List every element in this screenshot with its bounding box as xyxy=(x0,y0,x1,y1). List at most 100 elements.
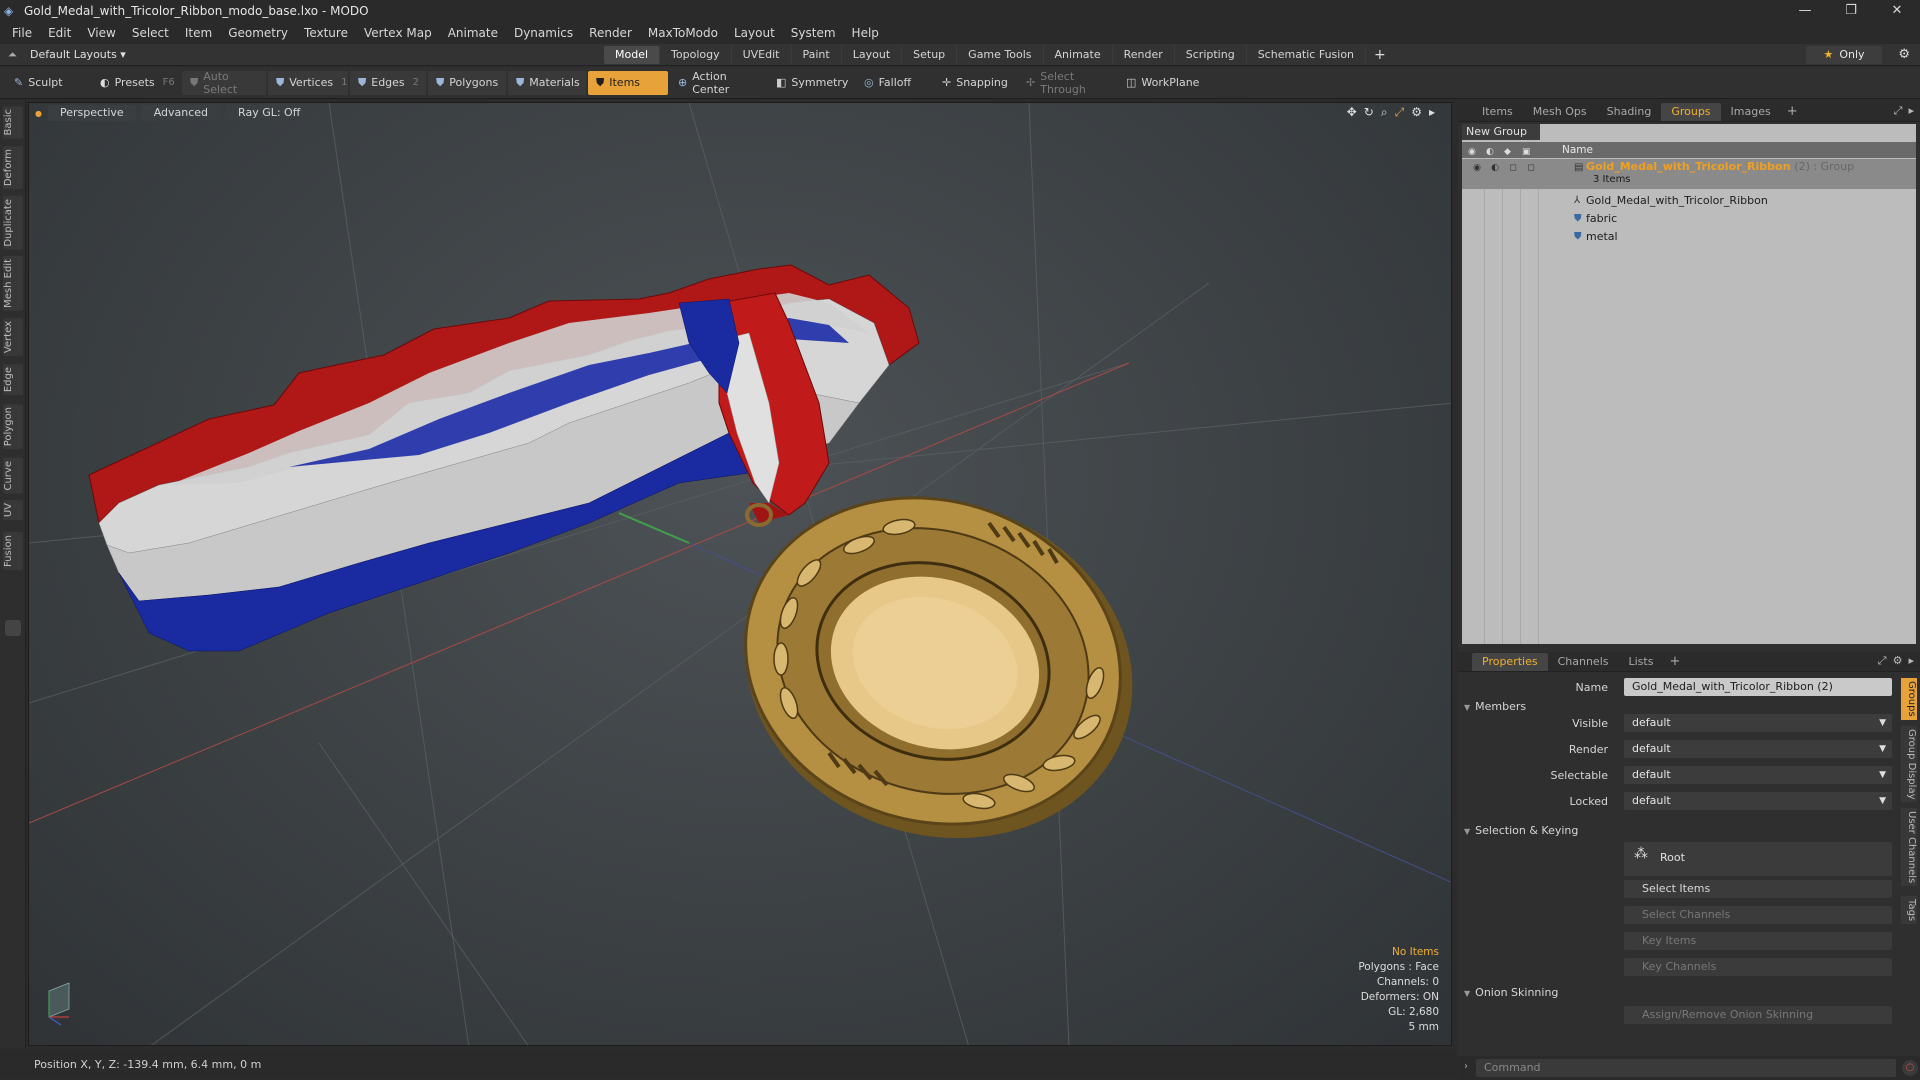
list-item[interactable]: ⛊ metal xyxy=(1462,228,1916,246)
new-group-button[interactable]: New Group xyxy=(1462,124,1540,140)
list-item[interactable]: ⛊ fabric xyxy=(1462,210,1916,228)
tab-groups[interactable]: Groups xyxy=(1661,102,1721,121)
menu-view[interactable]: View xyxy=(79,26,123,40)
command-history-icon[interactable]: ○ xyxy=(1902,1060,1918,1076)
tab-schematic-fusion[interactable]: Schematic Fusion xyxy=(1247,46,1367,64)
vtab-groups[interactable]: Groups xyxy=(1901,678,1917,720)
vtab-user-channels[interactable]: User Channels xyxy=(1901,808,1917,887)
selectable-dropdown[interactable]: default ▼ xyxy=(1624,766,1892,784)
rotate-icon[interactable]: ↻ xyxy=(1364,105,1374,120)
expand-arrow-icon[interactable]: ▸ xyxy=(1429,105,1435,120)
lock-toggle-icon[interactable]: ◻ xyxy=(1522,159,1540,177)
minimize-button[interactable]: — xyxy=(1782,0,1828,22)
panel-menu-icon[interactable]: ▸ xyxy=(1908,654,1914,667)
tab-setup[interactable]: Setup xyxy=(902,46,958,64)
visibility-toggle-icon[interactable]: ◉ xyxy=(1468,159,1486,177)
restore-button[interactable]: ❐ xyxy=(1828,0,1874,22)
sculpt-button[interactable]: ✎ Sculpt xyxy=(6,71,90,95)
tab-properties[interactable]: Properties xyxy=(1472,652,1548,671)
command-input[interactable]: Command xyxy=(1476,1059,1896,1077)
materials-button[interactable]: ⛊ Materials xyxy=(508,70,586,95)
vtab-tags[interactable]: Tags xyxy=(1901,896,1917,925)
vtab-fusion[interactable]: Fusion xyxy=(3,532,23,570)
vtab-mesh-edit[interactable]: Mesh Edit xyxy=(3,256,23,311)
tab-layout[interactable]: Layout xyxy=(842,46,903,64)
polygons-button[interactable]: ⛊ Polygons xyxy=(428,70,506,95)
tab-animate[interactable]: Animate xyxy=(1044,46,1113,64)
only-button[interactable]: ★ Only xyxy=(1806,46,1882,64)
tab-paint[interactable]: Paint xyxy=(792,46,842,64)
gear-icon[interactable]: ⚙ xyxy=(1898,47,1910,62)
vtab-group-display[interactable]: Group Display xyxy=(1901,726,1917,803)
menu-select[interactable]: Select xyxy=(124,26,177,40)
symmetry-button[interactable]: ◧ Symmetry xyxy=(768,71,854,95)
layout-home-icon[interactable]: ⏶ xyxy=(8,48,17,62)
render-dropdown[interactable]: default ▼ xyxy=(1624,740,1892,758)
menu-animate[interactable]: Animate xyxy=(440,26,506,40)
raygl-button[interactable]: Ray GL: Off xyxy=(226,105,313,121)
key-channels-button[interactable]: Key Channels xyxy=(1624,958,1892,976)
add-panel-tab-button[interactable]: + xyxy=(1781,104,1804,119)
menu-help[interactable]: Help xyxy=(844,26,887,40)
menu-vertex-map[interactable]: Vertex Map xyxy=(356,26,440,40)
fit-icon[interactable]: ⤢ xyxy=(1395,105,1405,120)
group-row[interactable]: ◉ ◐ ◻ ◻ ▤ Gold_Medal_with_Tricolor_Ribbo… xyxy=(1462,159,1916,189)
select-channels-button[interactable]: Select Channels xyxy=(1624,906,1892,924)
menu-maxtomodo[interactable]: MaxToModo xyxy=(640,26,726,40)
menu-item[interactable]: Item xyxy=(177,26,220,40)
tab-scripting[interactable]: Scripting xyxy=(1175,46,1247,64)
falloff-button[interactable]: ◎ Falloff xyxy=(856,71,932,95)
tab-model[interactable]: Model xyxy=(604,46,661,64)
perspective-button[interactable]: Perspective xyxy=(47,105,136,121)
menu-file[interactable]: File xyxy=(4,26,40,40)
vtab-basic[interactable]: Basic xyxy=(3,106,23,139)
key-items-button[interactable]: Key Items xyxy=(1624,932,1892,950)
vertices-button[interactable]: ⛊ Vertices 1 xyxy=(268,70,348,95)
presets-button[interactable]: ◐ Presets F6 xyxy=(92,71,180,95)
items-button[interactable]: ⛊ Items xyxy=(588,70,668,95)
vtab-deform[interactable]: Deform xyxy=(3,146,23,190)
tab-topology[interactable]: Topology xyxy=(660,46,732,64)
vtab-polygon[interactable]: Polygon xyxy=(3,404,23,450)
vtab-vertex[interactable]: Vertex xyxy=(3,318,23,357)
select-toggle-icon[interactable]: ◻ xyxy=(1504,159,1522,177)
select-through-button[interactable]: ✢ Select Through xyxy=(1018,70,1116,96)
panel-menu-icon[interactable]: ▸ xyxy=(1908,104,1914,117)
viewport-menu-dot[interactable]: ● xyxy=(35,109,42,118)
workplane-button[interactable]: ◫ WorkPlane xyxy=(1118,71,1202,95)
tab-game-tools[interactable]: Game Tools xyxy=(957,46,1044,64)
name-field[interactable]: Gold_Medal_with_Tricolor_Ribbon (2) xyxy=(1624,678,1892,696)
onion-skinning-section[interactable]: ▼ Onion Skinning xyxy=(1464,986,1558,999)
strip-toggle-button[interactable] xyxy=(5,620,21,636)
visible-dropdown[interactable]: default ▼ xyxy=(1624,714,1892,732)
menu-geometry[interactable]: Geometry xyxy=(220,26,296,40)
vtab-uv[interactable]: UV xyxy=(3,500,23,521)
list-item[interactable]: ⅄ Gold_Medal_with_Tricolor_Ribbon xyxy=(1462,192,1916,210)
maximize-icon[interactable]: ⤢ xyxy=(1894,104,1903,117)
assign-onion-skinning-button[interactable]: Assign/Remove Onion Skinning xyxy=(1624,1006,1892,1024)
auto-select-button[interactable]: ⛊ Auto Select xyxy=(182,70,266,96)
3d-viewport[interactable]: ● Perspective Advanced Ray GL: Off ✥ ↻ ⌕… xyxy=(28,102,1452,1046)
gear-icon[interactable]: ⚙ xyxy=(1893,654,1903,667)
add-tab-button[interactable]: + xyxy=(1366,46,1394,64)
tab-render[interactable]: Render xyxy=(1113,46,1175,64)
action-center-button[interactable]: ⊕ Action Center xyxy=(670,70,766,96)
add-properties-tab-button[interactable]: + xyxy=(1663,654,1686,669)
maximize-icon[interactable]: ⤢ xyxy=(1878,654,1887,667)
selection-keying-section[interactable]: ▼ Selection & Keying xyxy=(1464,824,1578,837)
root-button[interactable]: ⁂ Root xyxy=(1624,842,1892,876)
tab-lists[interactable]: Lists xyxy=(1619,653,1664,671)
menu-render[interactable]: Render xyxy=(581,26,640,40)
menu-layout[interactable]: Layout xyxy=(726,26,783,40)
members-section[interactable]: ▼ Members xyxy=(1464,700,1526,713)
tab-items[interactable]: Items xyxy=(1472,103,1523,121)
tab-uvedit[interactable]: UVEdit xyxy=(732,46,792,64)
chevron-right-icon[interactable]: › xyxy=(1464,1061,1468,1072)
edges-button[interactable]: ⛊ Edges 2 xyxy=(350,70,426,95)
viewport-gear-icon[interactable]: ⚙ xyxy=(1411,105,1422,120)
locked-dropdown[interactable]: default ▼ xyxy=(1624,792,1892,810)
menu-dynamics[interactable]: Dynamics xyxy=(506,26,581,40)
tab-images[interactable]: Images xyxy=(1721,103,1781,121)
menu-texture[interactable]: Texture xyxy=(296,26,356,40)
vtab-edge[interactable]: Edge xyxy=(3,364,23,396)
